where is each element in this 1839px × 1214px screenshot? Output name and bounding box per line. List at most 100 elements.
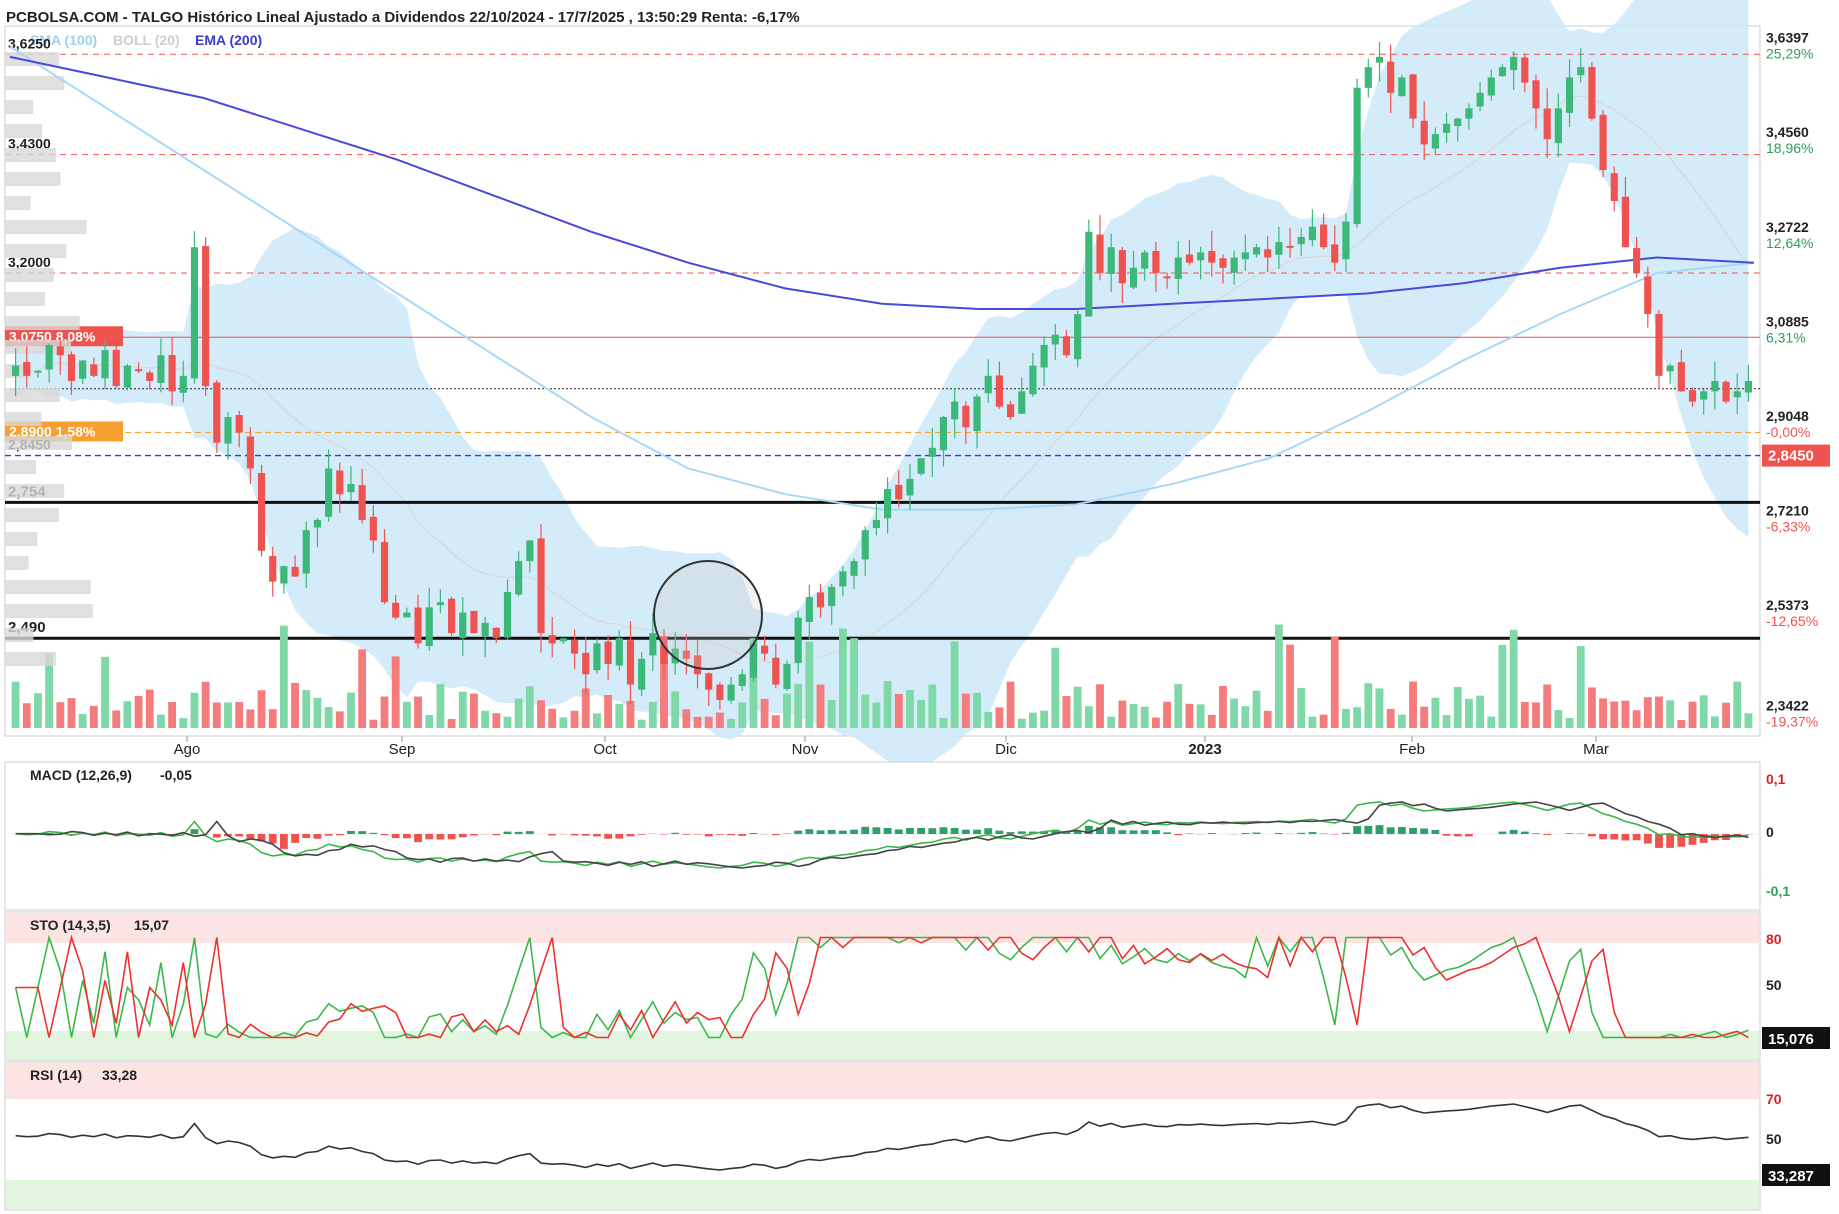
candle-body [906, 478, 914, 496]
candle-body [638, 658, 646, 690]
candle-body [1018, 391, 1026, 414]
volume-bar [715, 712, 724, 728]
candle-body [1510, 56, 1518, 71]
candle-body [1409, 74, 1417, 119]
candle-body [235, 415, 243, 433]
volume-bar [961, 693, 970, 728]
candle-body [872, 519, 880, 529]
candle-body [1610, 173, 1618, 201]
volume-profile-bar [5, 292, 45, 306]
candle-body [884, 489, 892, 519]
macd-histogram-bar [995, 830, 1004, 834]
candle-body [1431, 134, 1439, 149]
bollinger-band [15, 0, 1749, 768]
volume-profile-bar [5, 148, 57, 162]
candle-body [1744, 381, 1752, 393]
macd-histogram-bar [1666, 834, 1675, 848]
macd-histogram-bar [827, 829, 836, 834]
candle-body [973, 396, 981, 432]
candle-body [895, 484, 903, 500]
volume-bar [89, 705, 98, 728]
candle-body [1051, 334, 1059, 345]
macd-histogram-bar [805, 829, 814, 834]
macd-histogram-bar [1017, 831, 1026, 834]
macd-histogram-bar [391, 834, 400, 839]
macd-histogram-bar [771, 834, 780, 836]
candle-body [1353, 87, 1361, 225]
macd-histogram-bar [816, 830, 825, 834]
candle-body [1700, 391, 1708, 400]
volume-profile-bar [5, 460, 37, 474]
candle-body [939, 417, 948, 451]
volume-bar [1174, 683, 1183, 728]
volume-profile-bar [5, 508, 60, 522]
macd-histogram-bar [1431, 829, 1440, 834]
macd-histogram-bar [402, 834, 411, 839]
volume-bar [917, 699, 926, 728]
volume-bar [1677, 719, 1686, 728]
volume-profile-bar [5, 484, 65, 498]
volume-bar [693, 716, 702, 728]
volume-profile-bar [5, 412, 42, 426]
legend-ema: EMA (200) [195, 32, 262, 48]
volume-bar [1230, 698, 1239, 728]
candle-body [1320, 224, 1328, 248]
candle-body [1364, 67, 1372, 88]
macd-tick-zero: 0 [1766, 824, 1774, 840]
volume-bar [257, 690, 266, 728]
macd-histogram-bar [1688, 834, 1697, 845]
macd-histogram-bar [1442, 834, 1451, 836]
volume-bar [1319, 714, 1328, 728]
volume-bar [436, 684, 445, 728]
volume-bar [268, 709, 277, 728]
volume-bar [727, 718, 735, 728]
volume-bar [134, 695, 143, 728]
candle-body [302, 530, 310, 574]
macd-histogram-bar [850, 829, 858, 834]
volume-bar [1096, 684, 1104, 728]
volume-bar [201, 681, 210, 728]
sto-overbought-zone [6, 913, 1759, 943]
volume-bar [1487, 716, 1496, 728]
volume-bar [894, 693, 903, 728]
volume-bar [671, 691, 680, 728]
macd-histogram-bar [525, 831, 534, 834]
candle-body [515, 561, 523, 595]
volume-bar [224, 702, 232, 728]
volume-bar [1274, 624, 1283, 728]
volume-profile-bar [5, 532, 38, 546]
time-label: 2023 [1188, 741, 1221, 758]
volume-profile-bar [5, 76, 65, 90]
macd-histogram-bar [861, 826, 870, 834]
volume-bar [1140, 706, 1149, 728]
volume-profile-bar [5, 196, 31, 210]
volume-bar [637, 719, 646, 728]
volume-bar [1364, 683, 1373, 728]
macd-histogram-bar [570, 834, 579, 836]
volume-bar [313, 697, 322, 728]
macd-histogram-bar [984, 828, 993, 834]
volume-bar [1621, 700, 1630, 728]
candle-body [1633, 248, 1641, 273]
macd-histogram-bar [447, 834, 456, 840]
macd-histogram-bar [615, 834, 624, 839]
volume-bar [1207, 714, 1216, 728]
time-label: Nov [792, 741, 819, 758]
candle-body [436, 602, 444, 606]
candle-body [1733, 391, 1741, 398]
volume-bar [1587, 687, 1596, 728]
sto-label: STO (14,3,5) [30, 917, 111, 933]
macd-histogram-bar [1397, 827, 1406, 834]
volume-bar [56, 702, 65, 728]
macd-histogram-bar [581, 834, 590, 836]
volume-bar [1554, 710, 1563, 728]
rsi-tick-70: 70 [1766, 1091, 1782, 1107]
macd-histogram-bar [704, 834, 713, 837]
volume-profile-bar [5, 172, 61, 186]
candle-body [1387, 61, 1395, 93]
candle-body [1331, 244, 1339, 263]
candle-body [1152, 250, 1160, 273]
volume-profile-bar [5, 244, 67, 258]
volume-bar [760, 698, 769, 728]
volume-bar [1241, 706, 1250, 728]
